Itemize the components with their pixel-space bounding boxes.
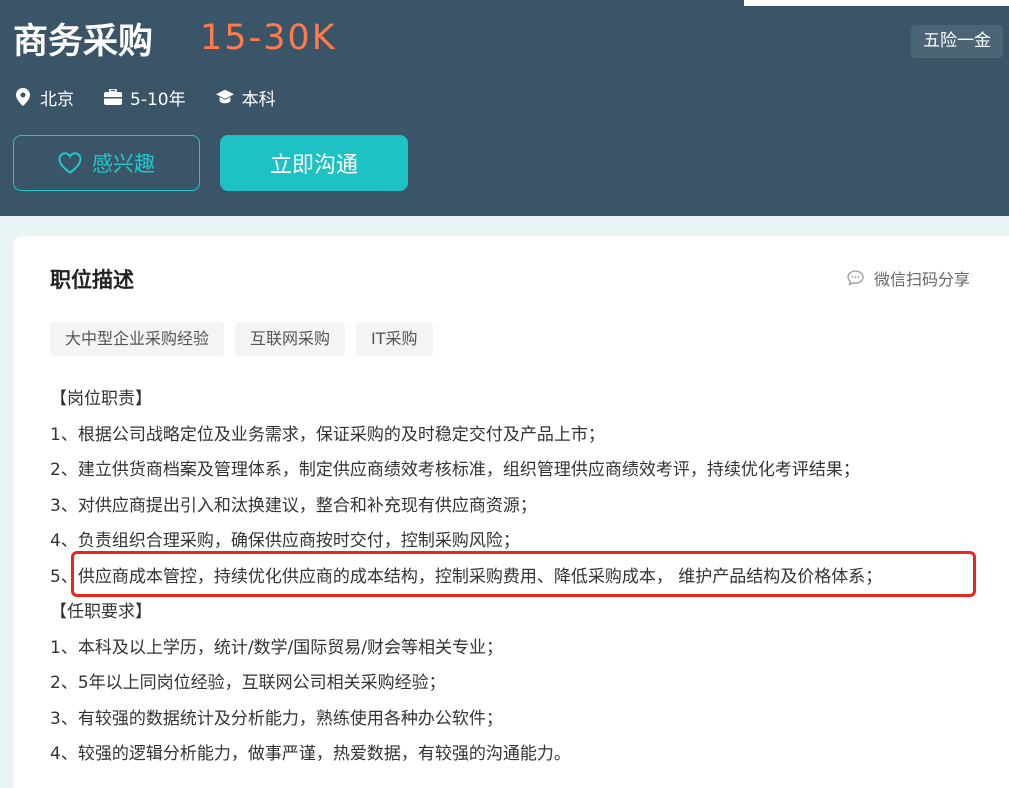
top-overlay-strip [744, 0, 1009, 6]
skill-tag: 互联网采购 [235, 322, 346, 356]
description-line: 3、对供应商提出引入和汰换建议，整合和补充现有供应商资源； [50, 495, 537, 516]
wechat-share-link[interactable]: 微信扫码分享 [847, 266, 970, 290]
description-line: 3、有较强的数据统计及分析能力，熟练使用各种办公软件； [50, 708, 503, 729]
meta-experience: 5-10年 [104, 85, 186, 110]
chat-now-button-label: 立即沟通 [269, 153, 358, 178]
location-text: 北京 [40, 89, 74, 110]
description-line: 4、较强的逻辑分析能力，做事严谨，热爱数据，有较强的沟通能力。 [50, 744, 571, 764]
description-line: 2、建立供货商档案及管理体系，制定供应商绩效考核标准，组织管理供应商绩效考评，持… [50, 460, 860, 480]
interest-button-label: 感兴趣 [92, 152, 155, 176]
skill-tag: IT采购 [356, 322, 433, 356]
education-text: 本科 [241, 89, 276, 110]
share-label: 微信扫码分享 [874, 270, 971, 289]
description-line: 1、本科及以上学历，统计/数学/国际贸易/财会等相关专业； [50, 637, 503, 658]
interest-button[interactable]: 感兴趣 [13, 135, 200, 191]
benefit-tag: 五险一金 [911, 25, 1003, 58]
location-pin-icon [14, 88, 32, 106]
job-meta: 北京 5-10年 本科 [14, 84, 306, 110]
experience-text: 5-10年 [130, 89, 186, 110]
graduation-cap-icon [215, 88, 234, 106]
chat-bubble-icon [847, 270, 864, 286]
responsibilities-heading: 【岗位职责】 [50, 389, 152, 409]
job-title: 商务采购 [13, 22, 154, 62]
highlight-annotation-box [71, 551, 976, 597]
skill-tag: 大中型企业采购经验 [50, 322, 225, 356]
salary: 15-30K [200, 18, 337, 58]
description-line: 1、根据公司战略定位及业务需求，保证采购的及时稳定交付及产品上市； [50, 424, 605, 445]
requirements-heading: 【任职要求】 [50, 602, 152, 622]
section-title: 职位描述 [50, 268, 134, 292]
meta-location: 北京 [14, 85, 74, 110]
description-line: 2、5年以上同岗位经验，互联网公司相关采购经验； [50, 673, 446, 693]
job-header: 商务采购 15-30K 五险一金 北京 5-10年 本科 感兴趣 立即沟通 [0, 0, 1009, 216]
briefcase-icon [104, 88, 122, 106]
chat-now-button[interactable]: 立即沟通 [220, 135, 408, 191]
heart-outline-icon [58, 152, 82, 174]
meta-education: 本科 [215, 85, 276, 110]
skill-tags: 大中型企业采购经验 互联网采购 IT采购 [50, 322, 444, 356]
